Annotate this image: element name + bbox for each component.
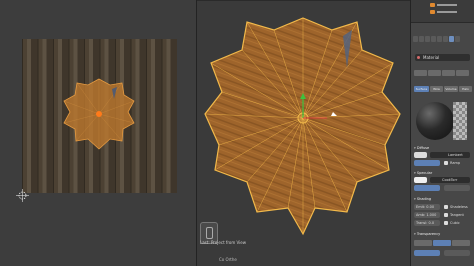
last-operator-option[interactable]: Co Orthe: [219, 257, 237, 262]
tab-texture[interactable]: [455, 36, 460, 42]
diffuse-color-swatch[interactable]: [414, 152, 427, 158]
material-slot-label: Material: [423, 55, 440, 60]
specular-section-header[interactable]: Specular: [414, 171, 432, 176]
specular-intensity-row[interactable]: [414, 185, 472, 191]
ambient-row[interactable]: Amb: 1.000 Tangent: [414, 212, 472, 218]
uv-center-vertex[interactable]: [96, 111, 102, 117]
transparency-mode-ztransp[interactable]: [433, 240, 451, 246]
diffuse-section-header[interactable]: Diffuse: [414, 146, 429, 151]
tab-render[interactable]: [413, 36, 418, 42]
diffuse-shader-value: Lambert: [448, 153, 463, 157]
button-mat-4[interactable]: [456, 70, 469, 76]
alpha-slider[interactable]: [414, 250, 440, 256]
3d-viewport[interactable]: Last: Project from View Co Orthe: [197, 0, 410, 266]
outliner-row-label: [437, 11, 457, 13]
transparency-mode-mask[interactable]: [414, 240, 432, 246]
button-mat-2[interactable]: [428, 70, 441, 76]
tab-halo[interactable]: Halo: [459, 86, 472, 92]
outliner-row[interactable]: [415, 10, 471, 15]
last-operator-label: Last: Project from View: [200, 240, 246, 245]
button-mat-3[interactable]: [442, 70, 455, 76]
intensity-slider[interactable]: [414, 160, 440, 166]
translucency-value: Transl: 0.0: [416, 221, 435, 225]
properties-tabbar[interactable]: [413, 36, 460, 44]
hardness-field[interactable]: [444, 185, 470, 191]
tab-object[interactable]: [431, 36, 436, 42]
shadeless-checkbox[interactable]: [444, 205, 448, 209]
translucency-row[interactable]: Transl: 0.0 Cubic: [414, 220, 472, 226]
diffuse-shader-dropdown[interactable]: Lambert: [430, 152, 470, 158]
uv-image-editor[interactable]: [0, 0, 197, 266]
tab-scene[interactable]: [419, 36, 424, 42]
alpha-row[interactable]: [414, 250, 472, 256]
ramp-label: Ramp: [450, 161, 461, 165]
material-preview-sphere: [416, 102, 454, 140]
shadeless-label: Shadeless: [450, 205, 468, 209]
preview-type-tabs[interactable]: Surface Wire Volume Halo: [414, 86, 472, 92]
material-preview-checker: [453, 102, 467, 140]
fresnel-field[interactable]: [444, 250, 470, 256]
tab-data[interactable]: [443, 36, 448, 42]
cubic-label: Cubic: [450, 221, 460, 225]
cubic-checkbox[interactable]: [444, 221, 448, 225]
tab-surface[interactable]: Surface: [414, 86, 429, 92]
ambient-field[interactable]: Amb: 1.000: [414, 212, 440, 218]
shading-section-header[interactable]: Shading: [414, 197, 431, 202]
transparency-section-header[interactable]: Transparency: [414, 232, 440, 237]
uv-island[interactable]: [22, 39, 177, 193]
ambient-value: Amb: 1.000: [416, 213, 437, 217]
specular-row[interactable]: CookTorr: [414, 177, 472, 183]
object-icon: [430, 10, 435, 14]
mesh-face-fill[interactable]: [204, 17, 401, 236]
crosshair-cursor-icon: [16, 189, 29, 202]
diffuse-row[interactable]: Lambert: [414, 152, 472, 158]
tangent-checkbox[interactable]: [444, 213, 448, 217]
tangent-label: Tangent: [450, 213, 464, 217]
emit-value: Emit: 0.00: [416, 205, 435, 209]
ramp-checkbox[interactable]: [444, 161, 448, 165]
outliner-row-label: [437, 4, 457, 6]
outliner[interactable]: [411, 0, 474, 23]
intensity-row[interactable]: Ramp: [414, 160, 472, 166]
material-sphere-icon: [417, 56, 420, 59]
translucency-field[interactable]: Transl: 0.0: [414, 220, 440, 226]
tab-modifiers[interactable]: [437, 36, 442, 42]
outliner-row[interactable]: [415, 3, 471, 8]
emit-field[interactable]: Emit: 0.00: [414, 204, 440, 210]
transparency-mode-raytrace[interactable]: [452, 240, 470, 246]
button-mat-1[interactable]: [414, 70, 427, 76]
specular-shader-dropdown[interactable]: CookTorr: [430, 177, 470, 183]
tab-world[interactable]: [425, 36, 430, 42]
material-slot[interactable]: Material: [415, 54, 470, 61]
tab-wire[interactable]: Wire: [430, 86, 443, 92]
tab-volume[interactable]: Volume: [444, 86, 458, 92]
specular-shader-value: CookTorr: [442, 178, 458, 182]
specular-intensity-slider[interactable]: [414, 185, 440, 191]
tab-material[interactable]: [449, 36, 454, 42]
transparency-mode-buttons[interactable]: [414, 240, 470, 246]
umbrella-mesh[interactable]: [197, 0, 410, 266]
material-buttons[interactable]: [414, 70, 469, 76]
object-icon: [430, 3, 435, 7]
wood-texture-image: [22, 39, 177, 193]
specular-color-swatch[interactable]: [414, 177, 427, 183]
emit-row[interactable]: Emit: 0.00 Shadeless: [414, 204, 472, 210]
